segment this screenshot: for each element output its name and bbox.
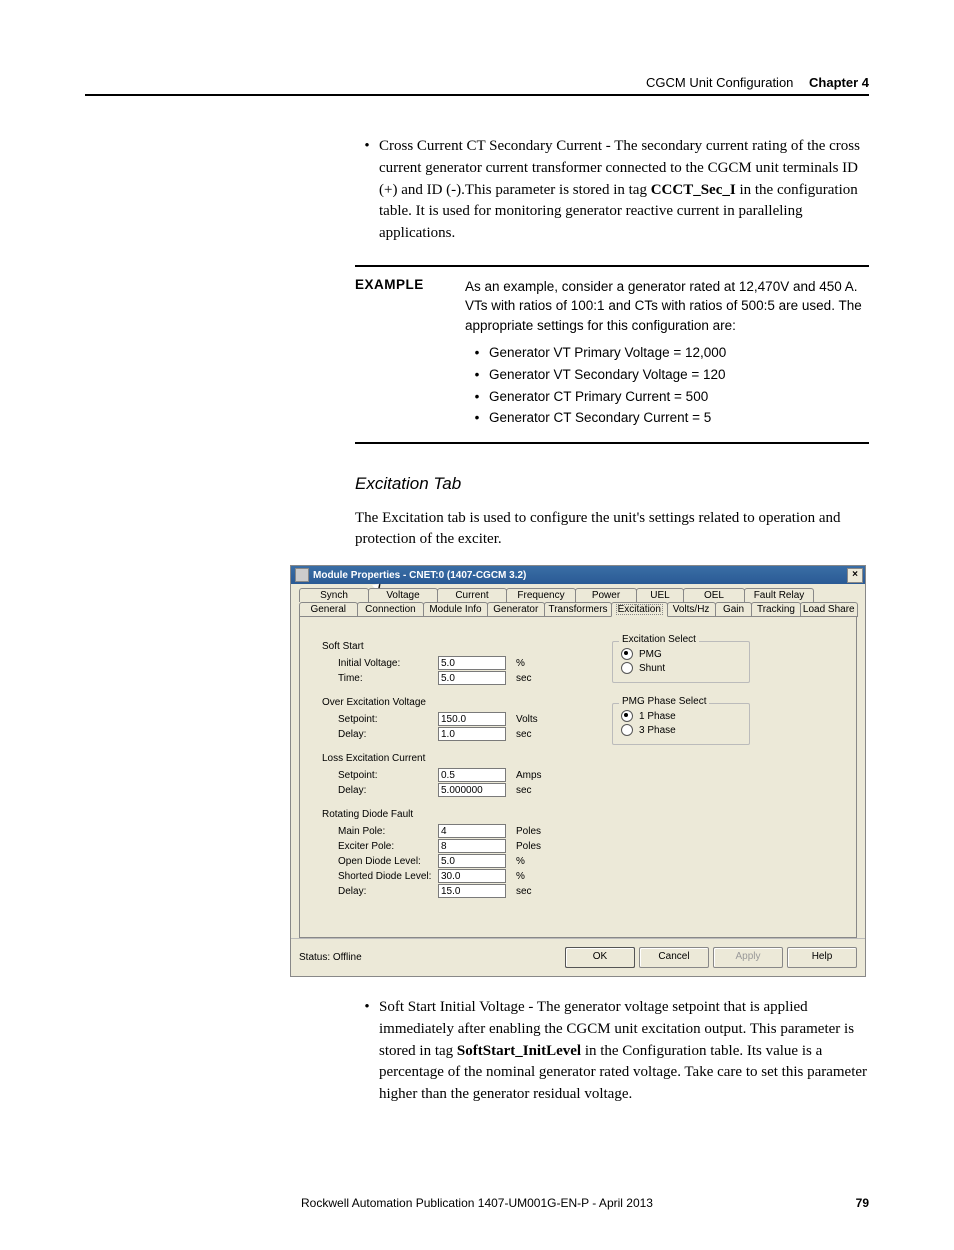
main-pole-input[interactable]	[438, 824, 506, 838]
intro-bullet-text: Cross Current CT Secondary Current - The…	[379, 136, 869, 245]
field-time: Time: sec	[322, 671, 612, 685]
close-icon[interactable]: ×	[847, 568, 863, 583]
header-section: CGCM Unit Configuration	[646, 75, 793, 90]
tabs-row-2: General Connection Module Info Generator…	[299, 602, 857, 617]
dialog-titlebar[interactable]: Module Properties - CNET:0 (1407-CGCM 3.…	[291, 566, 865, 584]
publication-text: Rockwell Automation Publication 1407-UM0…	[301, 1196, 653, 1210]
subheading-para: The Excitation tab is used to configure …	[355, 508, 869, 552]
tab-fault-relay[interactable]: Fault Relay	[744, 588, 814, 602]
page-header: CGCM Unit Configuration Chapter 4	[85, 75, 869, 96]
shorted-diode-input[interactable]	[438, 869, 506, 883]
status-label: Status: Offline	[299, 952, 362, 963]
field-shorted-diode: Shorted Diode Level: %	[322, 869, 612, 883]
radio-3phase[interactable]: 3 Phase	[621, 724, 741, 736]
apply-button[interactable]: Apply	[713, 947, 783, 968]
example-label: EXAMPLE	[355, 277, 465, 336]
pmg-phase-select-group: PMG Phase Select 1 Phase 3 Phase	[612, 703, 750, 745]
example-bullet: •Generator VT Secondary Voltage = 120	[465, 365, 869, 385]
tab-gain[interactable]: Gain	[715, 602, 753, 617]
example-bullet: •Generator CT Secondary Current = 5	[465, 408, 869, 428]
tab-connection[interactable]: Connection	[357, 602, 425, 617]
tab-current[interactable]: Current	[437, 588, 507, 602]
bullet-dot: •	[355, 136, 379, 245]
tab-transformers[interactable]: Transformers	[544, 602, 612, 617]
le-delay-input[interactable]	[438, 783, 506, 797]
post-bullet: • Soft Start Initial Voltage - The gener…	[355, 997, 869, 1106]
radio-1phase[interactable]: 1 Phase	[621, 710, 741, 722]
excitation-select-group: Excitation Select PMG Shunt	[612, 641, 750, 683]
tab-general[interactable]: General	[299, 602, 358, 617]
tab-generator[interactable]: Generator	[487, 602, 546, 617]
oe-setpoint-input[interactable]	[438, 712, 506, 726]
field-le-delay: Delay: sec	[322, 783, 612, 797]
field-rd-delay: Delay: sec	[322, 884, 612, 898]
intro-bullet: • Cross Current CT Secondary Current - T…	[355, 136, 869, 245]
page-number: 79	[856, 1196, 869, 1210]
tab-oel[interactable]: OEL	[683, 588, 745, 602]
time-input[interactable]	[438, 671, 506, 685]
tab-frequency[interactable]: Frequency	[506, 588, 576, 602]
dialog-title-text: Module Properties - CNET:0 (1407-CGCM 3.…	[313, 570, 847, 581]
post-bullet-text: Soft Start Initial Voltage - The generat…	[379, 997, 869, 1106]
subheading-excitation-tab: Excitation Tab	[355, 474, 869, 494]
field-initial-voltage: Initial Voltage: %	[322, 656, 612, 670]
group-loss-excitation: Loss Excitation Current	[322, 753, 612, 764]
radio-pmg[interactable]: PMG	[621, 648, 741, 660]
field-oe-setpoint: Setpoint: Volts	[322, 712, 612, 726]
oe-delay-input[interactable]	[438, 727, 506, 741]
le-setpoint-input[interactable]	[438, 768, 506, 782]
tab-power[interactable]: Power	[575, 588, 637, 602]
initial-voltage-input[interactable]	[438, 656, 506, 670]
dialog-bottom-bar: Status: Offline OK Cancel Apply Help	[291, 938, 865, 976]
help-button[interactable]: Help	[787, 947, 857, 968]
field-open-diode: Open Diode Level: %	[322, 854, 612, 868]
tab-module-info[interactable]: Module Info	[423, 602, 487, 617]
module-properties-dialog: Module Properties - CNET:0 (1407-CGCM 3.…	[290, 565, 866, 977]
example-text: As an example, consider a generator rate…	[465, 277, 869, 336]
tab-uel[interactable]: UEL	[636, 588, 684, 602]
group-rotating-diode: Rotating Diode Fault	[322, 809, 612, 820]
cancel-button[interactable]: Cancel	[639, 947, 709, 968]
bullet-dot: •	[355, 997, 379, 1106]
tab-volts-hz[interactable]: Volts/Hz	[667, 602, 716, 617]
group-soft-start: Soft Start	[322, 641, 612, 652]
tab-synch[interactable]: Synch	[299, 588, 369, 602]
page-footer: Rockwell Automation Publication 1407-UM0…	[85, 1196, 869, 1210]
radio-icon	[621, 648, 633, 660]
group-over-excitation: Over Excitation Voltage	[322, 697, 612, 708]
field-le-setpoint: Setpoint: Amps	[322, 768, 612, 782]
radio-icon	[621, 662, 633, 674]
tab-load-share[interactable]: Load Share	[800, 602, 859, 617]
radio-icon	[621, 710, 633, 722]
example-bullet: •Generator CT Primary Current = 500	[465, 387, 869, 407]
tab-tracking[interactable]: Tracking	[751, 602, 800, 617]
rd-delay-input[interactable]	[438, 884, 506, 898]
tab-excitation[interactable]: Excitation	[611, 602, 668, 617]
radio-icon	[621, 724, 633, 736]
field-exciter-pole: Exciter Pole: Poles	[322, 839, 612, 853]
header-chapter: Chapter 4	[809, 75, 869, 90]
radio-shunt[interactable]: Shunt	[621, 662, 741, 674]
field-main-pole: Main Pole: Poles	[322, 824, 612, 838]
tabs-row-1: Synch Voltage Current Frequency Power UE…	[299, 588, 857, 602]
example-bullet: •Generator VT Primary Voltage = 12,000	[465, 343, 869, 363]
field-oe-delay: Delay: sec	[322, 727, 612, 741]
open-diode-input[interactable]	[438, 854, 506, 868]
tab-voltage[interactable]: Voltage	[368, 588, 438, 602]
window-icon	[295, 568, 309, 582]
exciter-pole-input[interactable]	[438, 839, 506, 853]
ok-button[interactable]: OK	[565, 947, 635, 968]
example-box: EXAMPLE As an example, consider a genera…	[355, 265, 869, 444]
